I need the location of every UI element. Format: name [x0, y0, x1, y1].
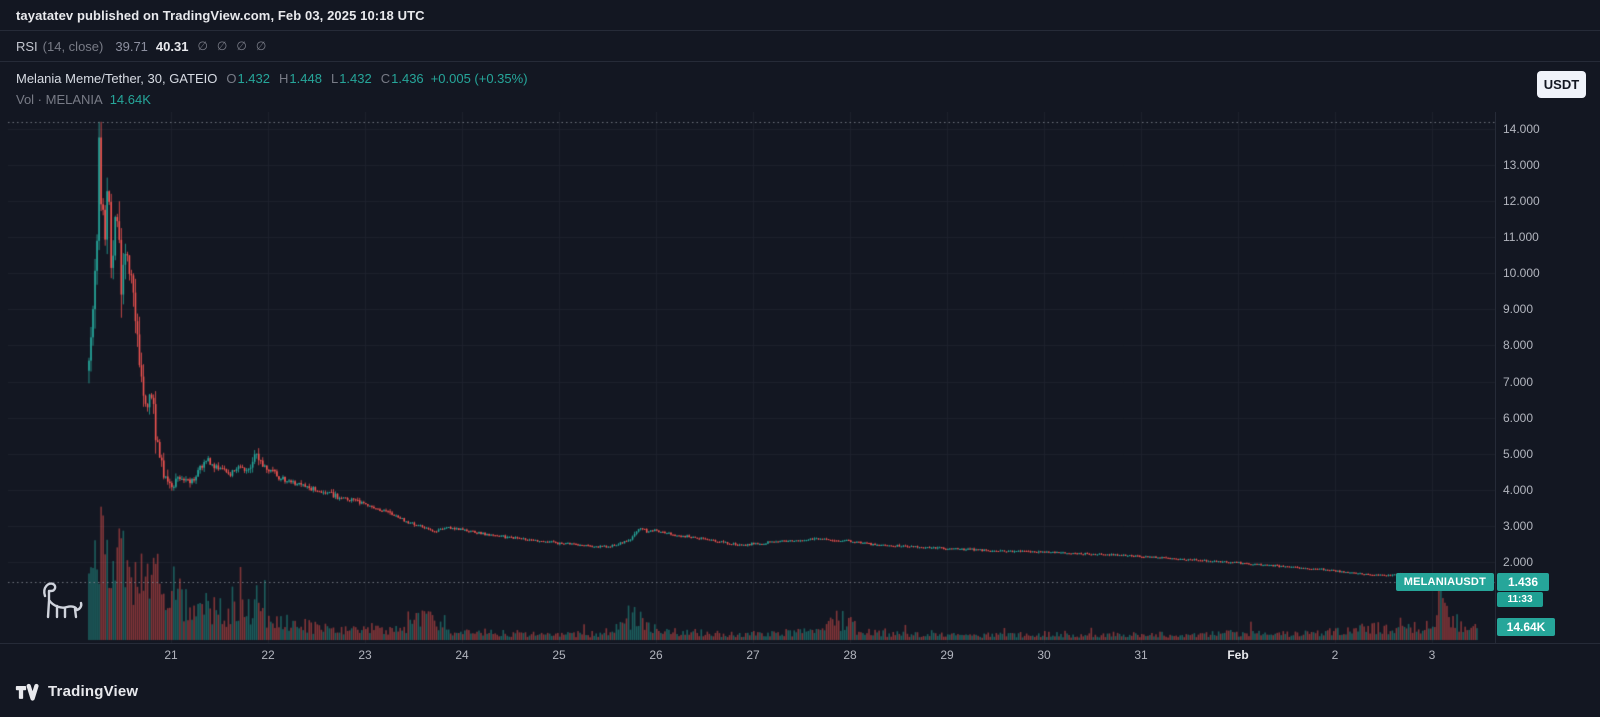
candlestick-chart-canvas[interactable] [0, 112, 1600, 643]
time-axis-label: 29 [940, 648, 954, 662]
change-value: +0.005 (+0.35%) [430, 71, 528, 86]
dino-watermark-icon [43, 582, 83, 619]
volume-value: 14.64K [109, 92, 151, 107]
rsi-params: (14, close) [42, 38, 104, 54]
price-tick-label: 2.000 [1503, 554, 1534, 569]
rsi-ma-value: 40.31 [155, 38, 189, 54]
publish-bar: tayatatev published on TradingView.com, … [0, 0, 1600, 31]
price-tick-label: 5.000 [1503, 446, 1534, 461]
footer-bar: TradingView [0, 666, 1600, 717]
price-tick-label: 11.000 [1503, 230, 1539, 245]
price-tick-label: 4.000 [1503, 482, 1534, 497]
chart-area[interactable]: 14.000 13.000 12.000 11.000 10.000 9.000 8.000… [0, 112, 1600, 643]
time-axis-label: 22 [261, 648, 275, 662]
symbol-price-label[interactable]: MELANIAUSDT [1395, 573, 1494, 591]
symbol-legend[interactable]: Melania Meme/Tether, 30, GATEIO O 1.432 H… [16, 68, 1584, 89]
tradingview-logo-icon[interactable] [15, 680, 39, 704]
volume-legend[interactable]: Vol · MELANIA 14.64K [16, 89, 1584, 110]
price-tick-label: 7.000 [1503, 374, 1534, 389]
low-value: 1.432 [339, 71, 372, 86]
price-tick-label: 13.000 [1503, 158, 1540, 173]
high-label: H [279, 71, 289, 86]
rsi-value: 39.71 [115, 38, 148, 54]
rsi-empty-value: ∅ [197, 39, 208, 53]
time-axis-label: 21 [164, 648, 178, 662]
close-value: 1.436 [391, 71, 424, 86]
quote-currency-button[interactable]: USDT [1537, 71, 1586, 98]
symbol-legend-block: Melania Meme/Tether, 30, GATEIO O 1.432 H… [0, 62, 1600, 112]
rsi-empty-value: ∅ [216, 39, 228, 53]
price-tick-label: 14.000 [1503, 122, 1540, 136]
time-axis-label: 28 [843, 648, 857, 662]
price-scale-border [1495, 112, 1496, 643]
price-tick-label: 3.000 [1503, 518, 1534, 533]
rsi-title[interactable]: RSI [16, 39, 38, 54]
time-axis-label: 31 [1134, 648, 1148, 662]
time-axis-label: 25 [552, 648, 566, 662]
publish-text: tayatatev published on TradingView.com, … [16, 7, 425, 23]
time-axis-label: 30 [1037, 648, 1051, 662]
time-axis-label: 24 [455, 648, 469, 662]
brand-name[interactable]: TradingView [48, 683, 138, 700]
volume-value-label: 14.64K [1497, 618, 1555, 636]
time-axis-label: 2 [1331, 648, 1339, 662]
time-axis-label: 26 [649, 648, 663, 662]
time-axis-label: 3 [1428, 648, 1436, 662]
open-value: 1.432 [237, 71, 271, 86]
open-label: O [226, 71, 237, 86]
bar-countdown-label: 11:33 [1497, 592, 1543, 607]
rsi-empty-value: ∅ [236, 39, 247, 53]
price-tick-label: 8.000 [1503, 338, 1534, 353]
volume-label: Vol · MELANIA [16, 92, 103, 107]
price-tick-label: 10.000 [1503, 266, 1540, 281]
price-tick-label: 9.000 [1503, 302, 1534, 317]
price-tick-label: 6.000 [1503, 410, 1534, 425]
rsi-legend[interactable]: RSI (14, close) 39.71 40.31 ∅ ∅ ∅ ∅ [0, 31, 1600, 62]
tradingview-published-chart: tayatatev published on TradingView.com, … [0, 0, 1600, 717]
rsi-empty-value: ∅ [255, 39, 267, 53]
time-axis-label: 27 [746, 648, 760, 662]
high-value: 1.448 [289, 71, 322, 86]
low-label: L [330, 71, 339, 86]
time-axis-label: 23 [358, 648, 372, 662]
time-axis-label: Feb [1227, 648, 1249, 662]
close-label: C [380, 71, 391, 86]
time-axis[interactable]: 21 22 23 24 25 26 27 28 29 30 31 Feb 2 3 [0, 643, 1600, 666]
symbol-title[interactable]: Melania Meme/Tether, 30, GATEIO [16, 71, 217, 86]
price-tick-label: 12.000 [1503, 194, 1540, 209]
last-price-label[interactable]: 1.436 [1497, 573, 1549, 591]
